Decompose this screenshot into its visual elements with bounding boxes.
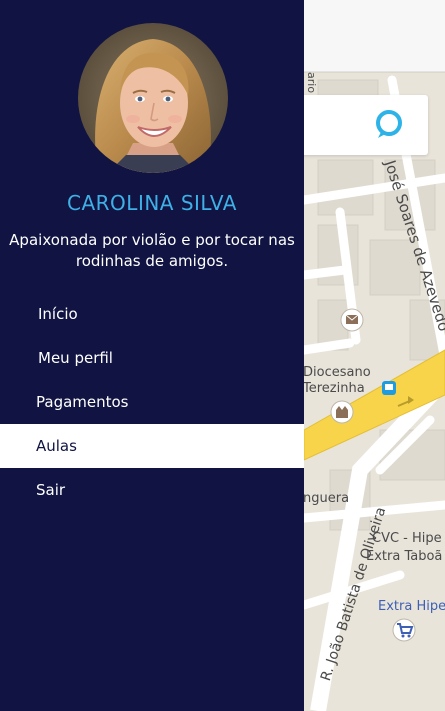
map-label-top-edge: ario: [305, 72, 318, 94]
menu-item-inicio[interactable]: Início: [0, 292, 304, 336]
map-label-extra-hipe: Extra Hipe: [378, 599, 445, 614]
user-name: CAROLINA SILVA: [67, 191, 237, 215]
navigation-drawer: CAROLINA SILVA Apaixonada por violão e p…: [0, 0, 304, 711]
menu-item-aulas[interactable]: Aulas: [0, 424, 304, 468]
menu-item-label: Pagamentos: [36, 393, 129, 411]
menu-item-label: Meu perfil: [38, 349, 113, 367]
profile-photo: [78, 23, 228, 173]
avatar[interactable]: [78, 23, 228, 173]
user-bio: Apaixonada por violão e por tocar nas ro…: [9, 231, 295, 270]
map-label-extra-taboao: Extra Taboã: [366, 549, 443, 564]
map-label-nguera: nguera: [303, 491, 350, 506]
map-label-cvc: CVC - Hipe: [372, 531, 442, 546]
drawer-menu: Início Meu perfil Pagamentos Aulas Sair: [0, 292, 304, 512]
menu-item-label: Início: [38, 305, 78, 323]
map-label-terezinha: Terezinha: [303, 381, 365, 396]
map-label-diocesano: Diocesano: [303, 365, 371, 380]
menu-item-meu-perfil[interactable]: Meu perfil: [0, 336, 304, 380]
chat-button[interactable]: [372, 106, 408, 142]
menu-item-label: Aulas: [36, 437, 77, 455]
chat-bubble-icon: [376, 110, 402, 138]
menu-item-pagamentos[interactable]: Pagamentos: [0, 380, 304, 424]
menu-item-label: Sair: [36, 481, 66, 499]
menu-item-sair[interactable]: Sair: [0, 468, 304, 512]
